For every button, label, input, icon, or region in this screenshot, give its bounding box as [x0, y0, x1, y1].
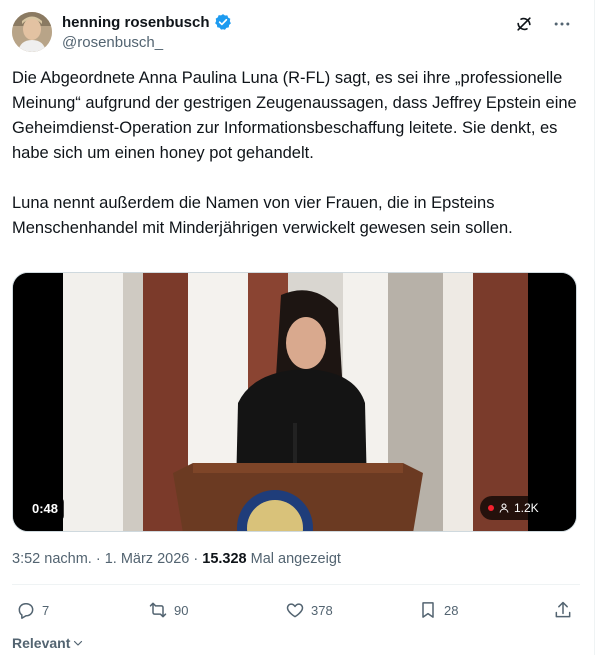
reply-icon — [18, 603, 34, 619]
views-count: 15.328 — [202, 551, 247, 567]
reply-count: 7 — [42, 602, 50, 618]
bookmark-icon — [422, 602, 434, 618]
share-icon — [555, 601, 571, 618]
like-button[interactable]: 378 — [285, 600, 333, 620]
video-player[interactable] — [12, 272, 577, 532]
person-icon — [499, 503, 509, 513]
post-date[interactable]: 1. März 2026 — [105, 551, 190, 567]
share-button[interactable] — [553, 600, 573, 620]
bookmark-button[interactable]: 28 — [418, 600, 458, 620]
author-display-name[interactable]: henning rosenbusch — [62, 14, 210, 31]
more-icon[interactable] — [552, 14, 572, 34]
like-count: 378 — [311, 602, 333, 618]
avatar[interactable] — [12, 12, 52, 52]
live-viewers-count: 1.2K — [514, 501, 539, 515]
meta-separator: · — [95, 551, 101, 567]
meta-separator: · — [193, 551, 199, 567]
repost-count: 90 — [174, 602, 189, 618]
action-bar: 7 90 378 28 — [12, 600, 577, 624]
chevron-down-icon — [74, 640, 83, 646]
bookmark-count: 28 — [444, 602, 459, 618]
verified-badge-icon[interactable] — [214, 13, 232, 31]
live-dot-icon — [488, 505, 494, 511]
author-name-row: henning rosenbusch — [62, 13, 232, 31]
post-time[interactable]: 3:52 nachm. — [12, 551, 92, 567]
repost-button[interactable]: 90 — [148, 600, 188, 620]
reply-button[interactable]: 7 — [16, 600, 49, 620]
relevant-sort-dropdown[interactable]: Relevant — [12, 635, 84, 651]
post-text: Die Abgeordnete Anna Paulina Luna (R-FL)… — [12, 69, 577, 237]
author-handle[interactable]: @rosenbusch_ — [62, 34, 163, 51]
video-duration: 0:48 — [26, 498, 65, 520]
divider — [12, 584, 580, 585]
repost-icon — [149, 602, 167, 618]
tweet: henning rosenbusch @rosenbusch_ Die Abge… — [0, 0, 595, 655]
like-icon — [286, 603, 304, 618]
relevant-label: Relevant — [12, 635, 71, 651]
top-actions — [514, 14, 572, 34]
views-label: Mal angezeigt — [250, 551, 341, 567]
grok-icon[interactable] — [514, 14, 534, 34]
post-meta: 3:52 nachm. · 1. März 2026 · 15.328 Mal … — [12, 551, 341, 567]
live-viewers-badge: 1.2K — [480, 496, 547, 520]
